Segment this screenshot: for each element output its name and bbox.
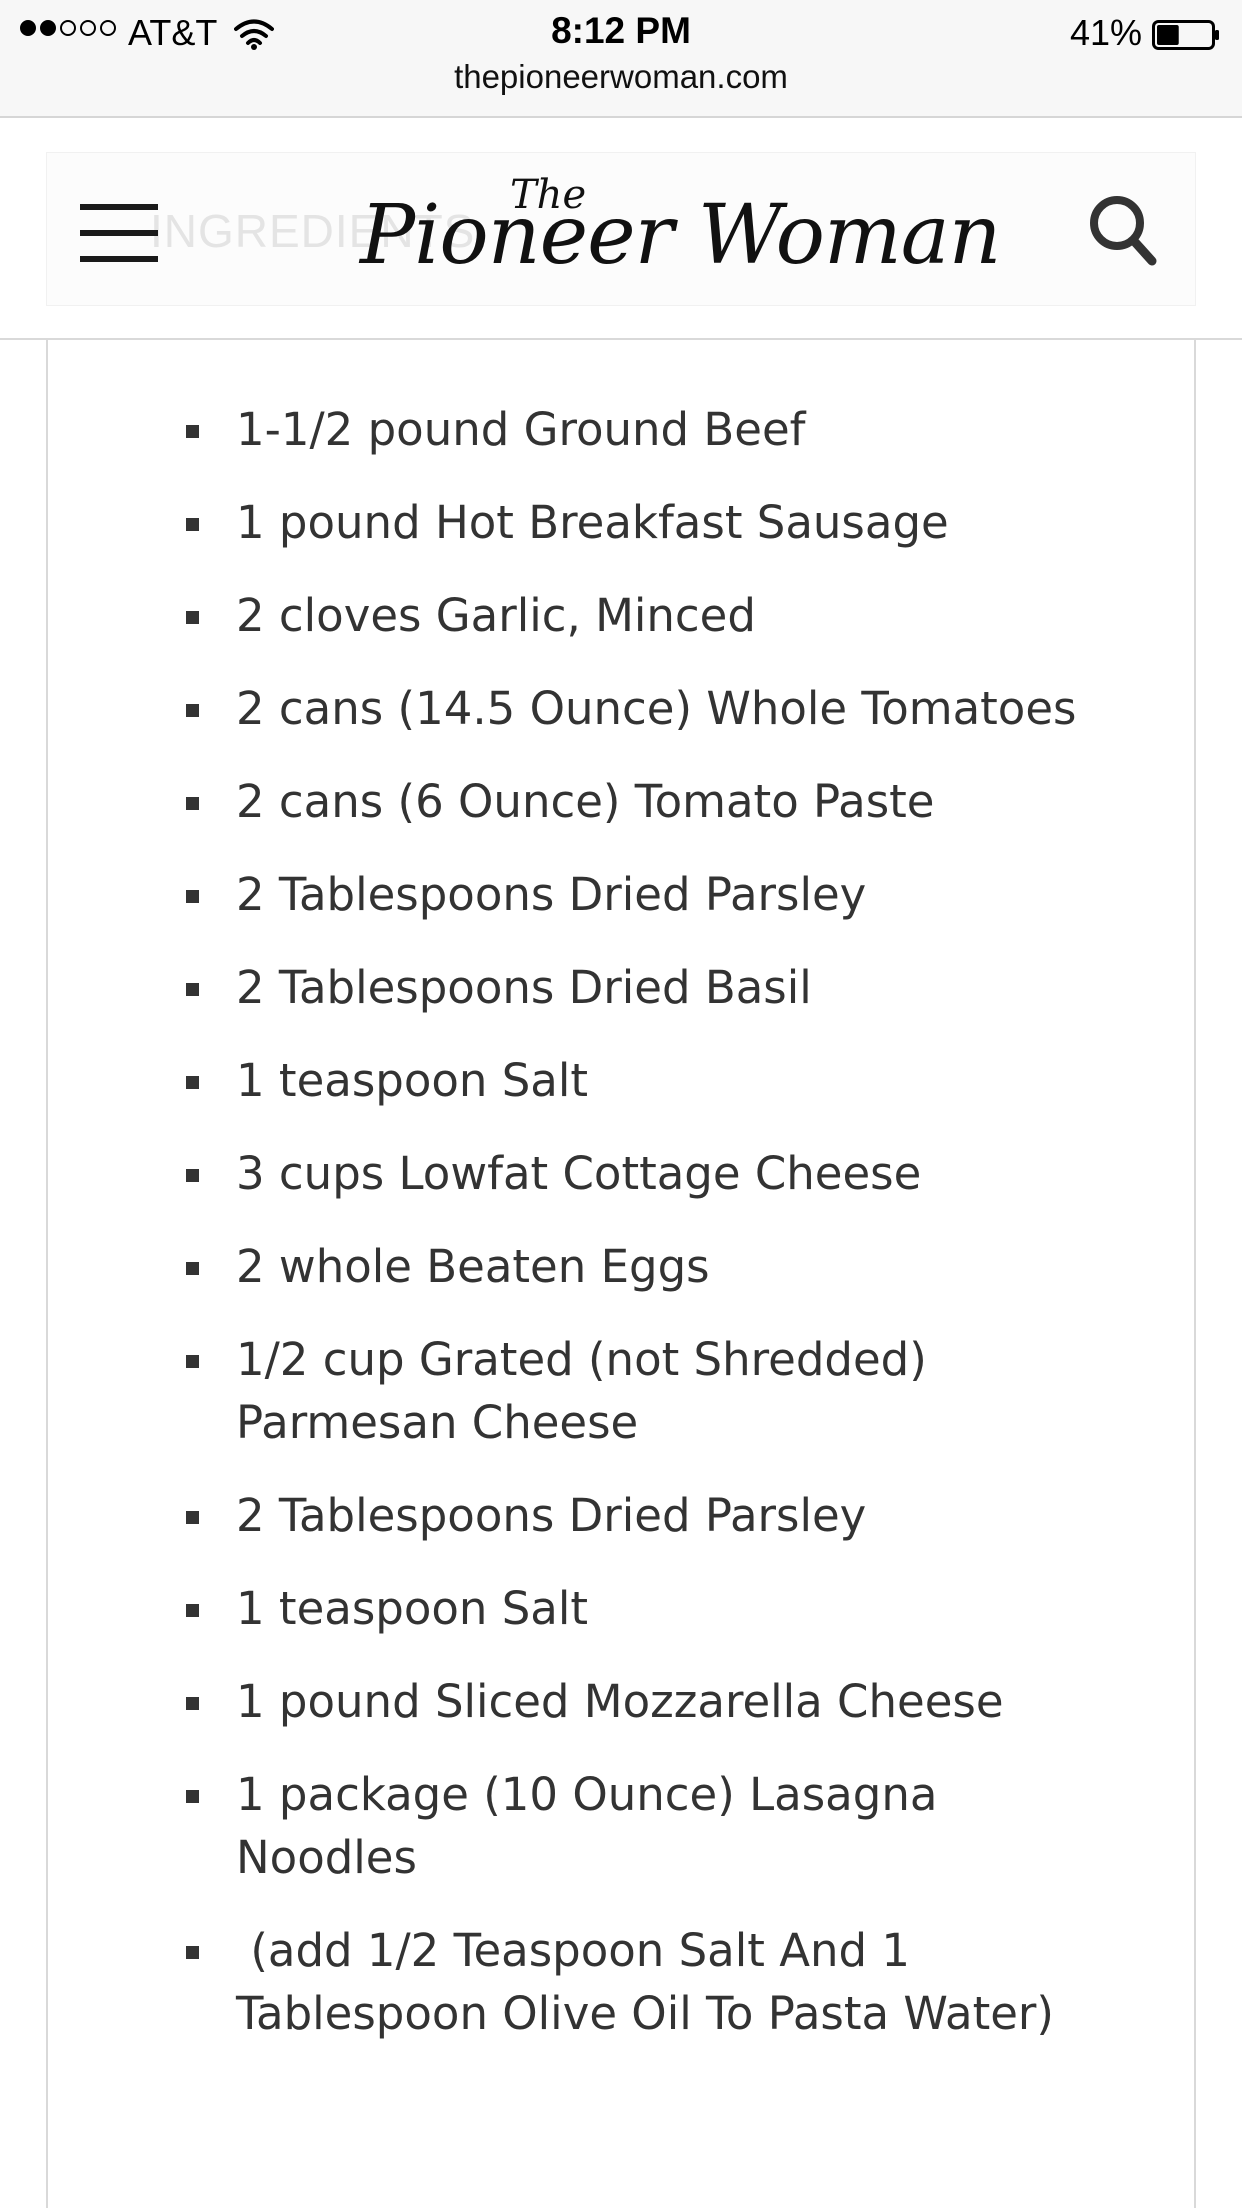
ingredient-item: 1 pound Hot Breakfast Sausage [186,491,1096,554]
bullet-icon [186,1604,199,1617]
status-bar: AT&T 8:12 PM 41% thepioneerwoman.com [0,0,1242,118]
ingredient-item: 2 cans (6 Ounce) Tomato Paste [186,770,1096,833]
ingredient-text: 1 pound Hot Breakfast Sausage [236,496,949,549]
ingredient-text: 1 teaspoon Salt [236,1582,589,1635]
ingredient-item: 1/2 cup Grated (not Shredded) Parmesan C… [186,1328,1096,1454]
bullet-icon [186,1169,199,1182]
battery-percentage: 41% [1069,12,1142,53]
site-header: INGREDIENTS The Pioneer Woman [0,118,1242,340]
bullet-icon [186,1262,199,1275]
bullet-icon [186,890,199,903]
battery-icon [1152,20,1219,50]
bullet-icon [186,518,199,531]
bullet-icon [186,1076,199,1089]
ingredient-item: 1 teaspoon Salt [186,1049,1096,1112]
bullet-icon [186,1790,199,1803]
ingredient-item: 3 cups Lowfat Cottage Cheese [186,1142,1096,1205]
ingredient-item: 2 cans (14.5 Ounce) Whole Tomatoes [186,677,1096,740]
ingredient-text: 2 cans (14.5 Ounce) Whole Tomatoes [236,682,1077,735]
ingredient-text: 2 cans (6 Ounce) Tomato Paste [236,775,935,828]
bullet-icon [186,425,199,438]
bullet-icon [186,1355,199,1368]
bullet-icon [186,611,199,624]
ingredient-text: (add 1/2 Teaspoon Salt And 1 Tablespoon … [236,1924,1054,2040]
ingredient-item: (add 1/2 Teaspoon Salt And 1 Tablespoon … [186,1919,1096,2045]
bullet-icon [186,797,199,810]
ingredient-item: 1 teaspoon Salt [186,1577,1096,1640]
ingredient-item: 1-1/2 pound Ground Beef [186,398,1096,461]
search-icon[interactable] [1086,192,1158,268]
ingredient-text: 2 whole Beaten Eggs [236,1240,710,1293]
ingredient-text: 2 Tablespoons Dried Parsley [236,1489,867,1542]
ingredient-text: 1-1/2 pound Ground Beef [236,403,806,456]
logo-wordmark: Pioneer Woman [360,188,1001,283]
address-bar-url[interactable]: thepioneerwoman.com [0,58,1242,96]
ingredients-list: 1-1/2 pound Ground Beef 1 pound Hot Break… [0,398,1242,2075]
bullet-icon [186,1946,199,1959]
bullet-icon [186,1511,199,1524]
ingredient-item: 2 Tablespoons Dried Parsley [186,1484,1096,1547]
ingredient-text: 2 Tablespoons Dried Parsley [236,868,867,921]
status-time: 8:12 PM [551,10,691,51]
ingredient-item: 1 package (10 Ounce) Lasagna Noodles [186,1763,1096,1889]
ingredient-text: 1/2 cup Grated (not Shredded) Parmesan C… [236,1333,942,1449]
menu-button[interactable] [80,204,158,264]
bullet-icon [186,1697,199,1710]
ingredient-text: 2 Tablespoons Dried Basil [236,961,812,1014]
site-logo[interactable]: The Pioneer Woman [360,158,1001,298]
ingredient-item: 2 Tablespoons Dried Parsley [186,863,1096,926]
bullet-icon [186,983,199,996]
ingredient-item: 2 whole Beaten Eggs [186,1235,1096,1298]
hamburger-line [80,256,158,262]
status-row: AT&T 8:12 PM 41% [0,6,1242,58]
hamburger-line [80,230,158,236]
ingredient-text: 3 cups Lowfat Cottage Cheese [236,1147,922,1200]
ingredient-item: 2 Tablespoons Dried Basil [186,956,1096,1019]
bullet-icon [186,704,199,717]
ingredient-text: 1 package (10 Ounce) Lasagna Noodles [236,1768,952,1884]
ingredient-item: 1 pound Sliced Mozzarella Cheese [186,1670,1096,1733]
ingredient-text: 1 teaspoon Salt [236,1054,589,1107]
ingredient-text: 2 cloves Garlic, Minced [236,589,756,642]
ingredient-text: 1 pound Sliced Mozzarella Cheese [236,1675,1004,1728]
hamburger-line [80,204,158,210]
ingredient-item: 2 cloves Garlic, Minced [186,584,1096,647]
